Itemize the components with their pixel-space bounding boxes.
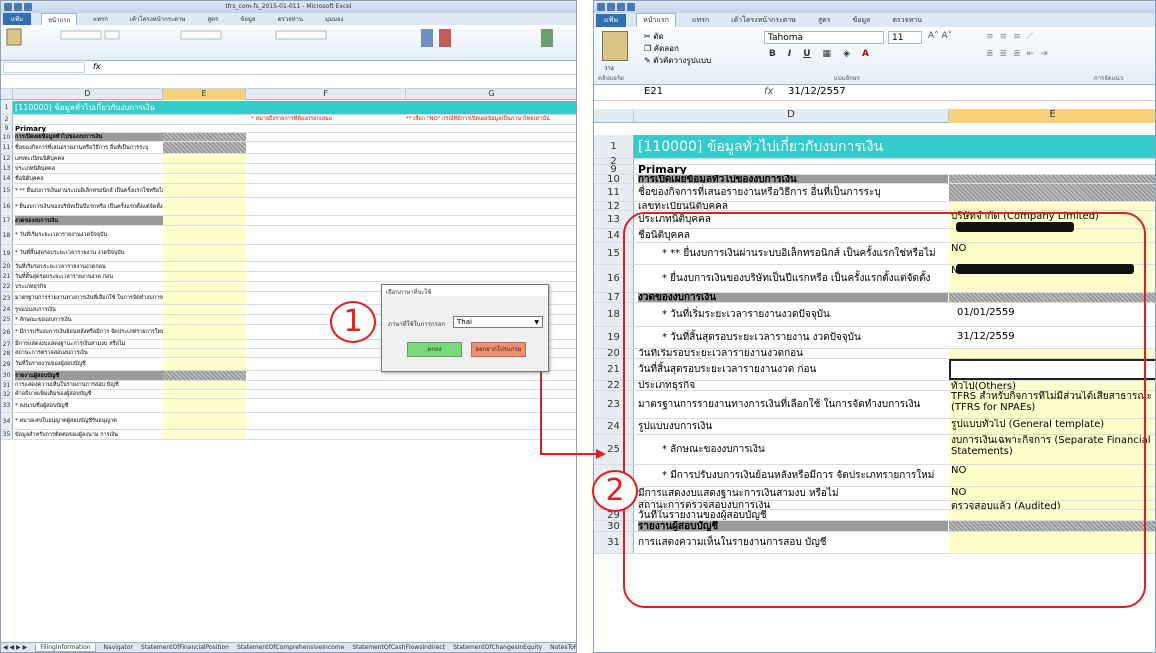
callout-two: 2: [592, 470, 638, 512]
arrow-overlay: [540, 372, 606, 459]
callout-one: 1: [330, 301, 376, 343]
screenshot-root: tfrs_com-fs_2015-01-011 - Microsoft Exce…: [0, 0, 1156, 653]
